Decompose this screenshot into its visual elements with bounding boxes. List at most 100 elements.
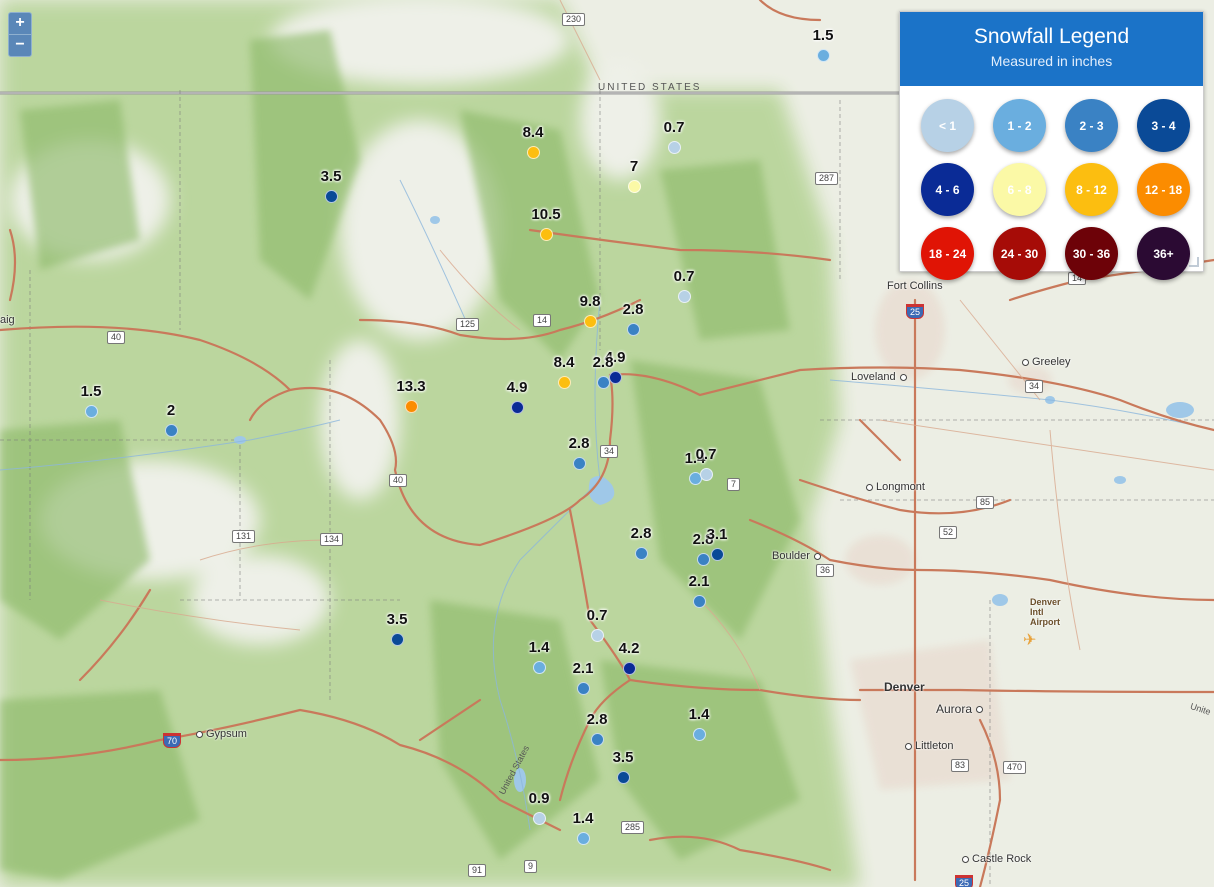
marker-value: 3.5 [320,168,342,185]
marker-value: 3.1 [706,526,728,543]
route-shield: 7 [727,478,741,491]
marker-dot[interactable] [597,376,610,389]
marker-dot[interactable] [558,376,571,389]
marker-value: 1.5 [80,383,102,400]
city-fort-collins: Fort Collins [887,280,943,292]
marker-dot[interactable] [635,547,648,560]
marker-dot[interactable] [573,457,586,470]
route-shield: 40 [389,474,408,487]
marker-dot[interactable] [584,315,597,328]
marker-dot[interactable] [693,595,706,608]
legend-swatch[interactable]: 3 - 4 [1137,99,1190,152]
marker-value: 2.8 [630,525,652,542]
marker-dot[interactable] [85,405,98,418]
marker-value: 2.1 [688,573,710,590]
zoom-control: + − [8,12,32,57]
route-shield: 134 [320,533,344,546]
route-shield: 9 [524,860,538,873]
marker-dot[interactable] [627,323,640,336]
legend-swatch[interactable]: 4 - 6 [921,163,974,216]
marker-dot[interactable] [591,629,604,642]
city-greeley: Greeley [1022,356,1071,368]
route-shield: 131 [232,530,256,543]
route-shield: 14 [533,314,552,327]
route-shield: 230 [562,13,586,26]
route-shield: 470 [1003,761,1027,774]
route-shield: 52 [939,526,958,539]
marker-dot[interactable] [678,290,691,303]
route-shield: 85 [976,496,995,509]
marker-dot[interactable] [165,424,178,437]
marker-value: 10.5 [531,206,561,223]
route-shield: 91 [468,864,487,877]
marker-dot[interactable] [391,633,404,646]
airport-icon: ✈ [1023,632,1037,649]
marker-value: 3.5 [386,611,408,628]
legend-subtitle: Measured in inches [990,53,1113,69]
marker-value: 13.3 [396,378,426,395]
marker-value: 2.8 [568,435,590,452]
airport-label: Denver Intl Airport [1030,597,1061,627]
marker-dot[interactable] [533,812,546,825]
marker-value: 1.4 [572,810,594,827]
border-label: UNITED STATES [598,82,702,93]
marker-value: 1.5 [812,27,834,44]
route-shield: 36 [816,564,835,577]
marker-dot[interactable] [617,771,630,784]
city-boulder: Boulder [772,550,824,562]
marker-dot[interactable] [511,401,524,414]
route-shield: 34 [600,445,619,458]
legend-swatch[interactable]: 12 - 18 [1137,163,1190,216]
zoom-in-button[interactable]: + [9,13,31,34]
legend-swatch[interactable]: < 1 [921,99,974,152]
marker-value: 4.2 [618,640,640,657]
resize-handle-icon[interactable] [1189,257,1199,267]
marker-dot[interactable] [325,190,338,203]
legend-swatch[interactable]: 2 - 3 [1065,99,1118,152]
city-gypsum: Gypsum [196,728,247,740]
zoom-out-button[interactable]: − [9,34,31,56]
legend-swatch[interactable]: 30 - 36 [1065,227,1118,280]
legend-swatches: < 1 1 - 2 2 - 3 3 - 4 4 - 6 6 - 8 8 - 12… [900,86,1203,280]
marker-dot[interactable] [609,371,622,384]
marker-dot[interactable] [623,662,636,675]
legend-swatch[interactable]: 18 - 24 [921,227,974,280]
marker-value: 1.4 [688,706,710,723]
snowfall-legend: Snowfall Legend Measured in inches < 1 1… [899,11,1204,280]
marker-dot[interactable] [711,548,724,561]
city-aurora: Aurora [936,702,986,716]
marker-dot[interactable] [628,180,641,193]
marker-dot[interactable] [697,553,710,566]
marker-value: 2.8 [622,301,644,318]
marker-value: 0.7 [663,119,685,136]
interstate-shield: 25 [955,875,974,887]
marker-dot[interactable] [527,146,540,159]
legend-swatch[interactable]: 24 - 30 [993,227,1046,280]
route-shield: 285 [621,821,645,834]
marker-dot[interactable] [540,228,553,241]
marker-value: 1.4 [528,639,550,656]
marker-value: 2.8 [586,711,608,728]
city-partial-west: aig [0,314,15,326]
marker-dot[interactable] [693,728,706,741]
marker-value: 9.8 [579,293,601,310]
city-longmont: Longmont [866,481,925,493]
marker-dot[interactable] [533,661,546,674]
route-shield: 125 [456,318,480,331]
marker-dot[interactable] [700,468,713,481]
marker-dot[interactable] [591,733,604,746]
marker-dot[interactable] [405,400,418,413]
route-shield: 40 [107,331,126,344]
legend-swatch[interactable]: 36+ [1137,227,1190,280]
marker-dot[interactable] [817,49,830,62]
legend-swatch[interactable]: 1 - 2 [993,99,1046,152]
legend-swatch[interactable]: 6 - 8 [993,163,1046,216]
city-loveland: Loveland [851,371,910,383]
marker-dot[interactable] [577,832,590,845]
legend-title: Snowfall Legend [973,25,1130,48]
marker-dot[interactable] [577,682,590,695]
marker-value: 0.7 [586,607,608,624]
interstate-shield: 70 [163,733,182,748]
marker-dot[interactable] [668,141,681,154]
legend-swatch[interactable]: 8 - 12 [1065,163,1118,216]
